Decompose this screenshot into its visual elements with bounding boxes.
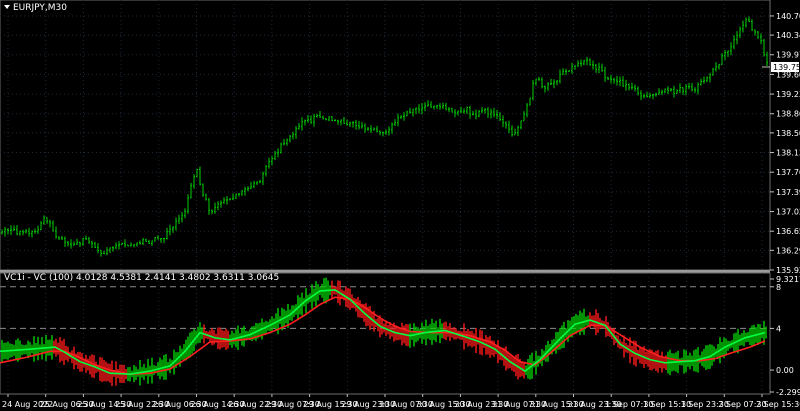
- indicator-tick-label: 8: [776, 283, 781, 292]
- price-axis[interactable]: 140.700140.340139.970139.600139.230138.8…: [770, 12, 800, 275]
- price-tick-label: 137.390: [776, 188, 800, 197]
- price-tick-label: 135.920: [776, 266, 800, 275]
- indicator-axis[interactable]: 9.3217840.00-2.2997: [770, 275, 800, 397]
- price-tick-label: 139.230: [776, 90, 800, 99]
- indicator-tick-label: 0.00: [776, 366, 794, 375]
- indicator-label: VC1i - VC (100) 4.0128 4.5381 2.4141 3.4…: [4, 273, 279, 283]
- time-tick-label: 2 Sep 15:30: [756, 400, 800, 409]
- price-tick-label: 136.290: [776, 246, 800, 255]
- price-tick-label: 139.970: [776, 51, 800, 60]
- price-tick-label: 137.760: [776, 168, 800, 177]
- price-tick-label: 140.700: [776, 12, 800, 21]
- price-tick-label: 137.020: [776, 208, 800, 217]
- price-tick-label: 138.500: [776, 129, 800, 138]
- price-tick-label: 136.650: [776, 227, 800, 236]
- indicator-tick-label: 4: [776, 324, 781, 333]
- indicator-tick-label: -2.2997: [776, 388, 800, 397]
- price-tick-label: 138.860: [776, 110, 800, 119]
- time-axis[interactable]: 24 Aug 202225 Aug 06:3025 Aug 14:3025 Au…: [2, 394, 800, 409]
- chart-window[interactable]: EURJPY,M30 140.700140.340139.970139.6001…: [0, 0, 800, 411]
- chart-title: EURJPY,M30: [4, 3, 67, 13]
- main-price-pane[interactable]: EURJPY,M30: [0, 0, 771, 271]
- price-tick-label: 138.130: [776, 149, 800, 158]
- symbol-timeframe-label: EURJPY,M30: [13, 3, 67, 13]
- indicator-pane[interactable]: VC1i - VC (100) 4.0128 4.5381 2.4141 3.4…: [0, 272, 771, 395]
- current-price-label: 139.750: [773, 63, 800, 72]
- price-tick-label: 140.340: [776, 31, 800, 40]
